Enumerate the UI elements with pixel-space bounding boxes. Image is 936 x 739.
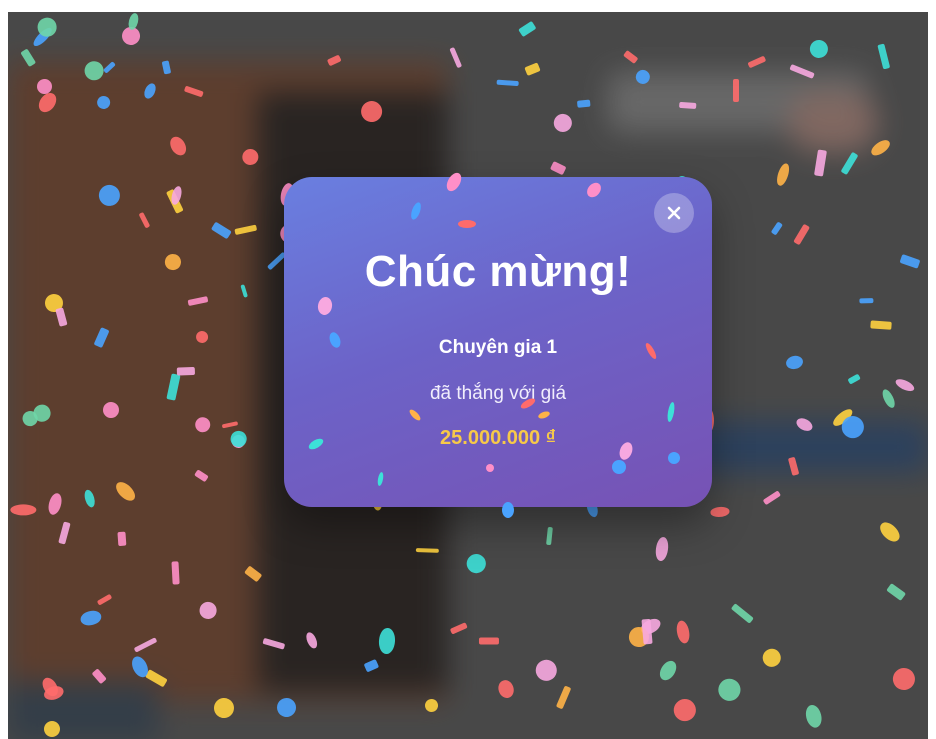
- win-message: đã thắng với giá: [429, 383, 567, 404]
- dialog-title: Chúc mừng!: [364, 247, 632, 296]
- winner-name: Chuyên gia 1: [438, 337, 558, 358]
- winning-price: 25.000.000 ₫: [440, 427, 556, 449]
- close-button[interactable]: [654, 193, 694, 233]
- congratulations-dialog: Chúc mừng! Chuyên gia 1 đã thắng với giá…: [284, 177, 712, 507]
- close-icon: [667, 206, 681, 220]
- celebration-screen: Chúc mừng! Chuyên gia 1 đã thắng với giá…: [8, 12, 928, 739]
